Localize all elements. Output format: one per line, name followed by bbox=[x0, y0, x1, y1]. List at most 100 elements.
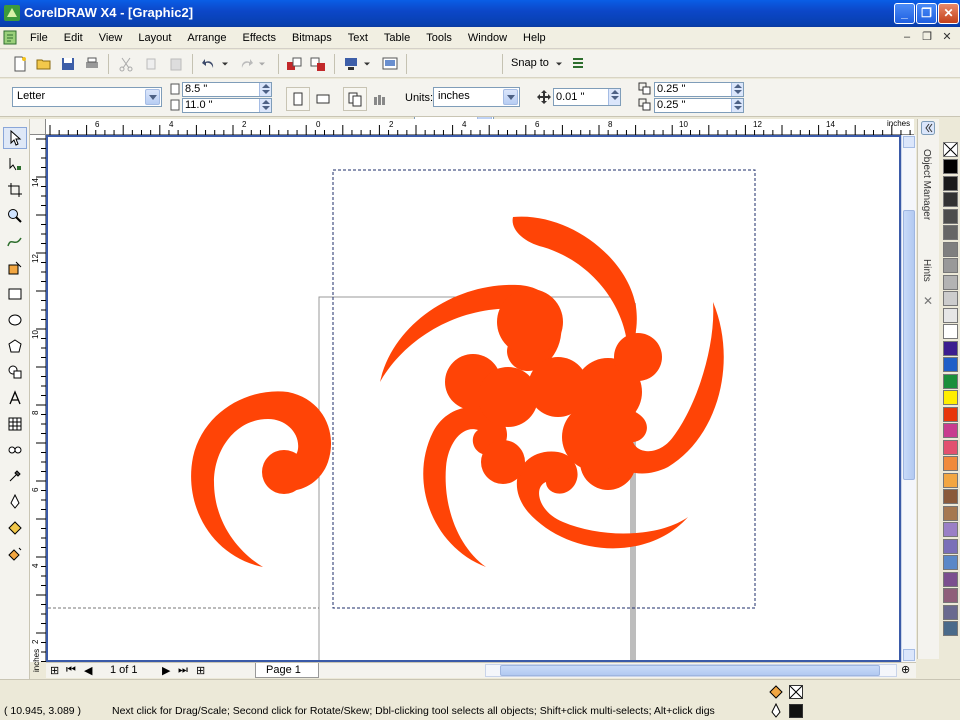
palette-swatch[interactable] bbox=[943, 538, 958, 554]
application-launcher-button[interactable] bbox=[341, 54, 361, 74]
pick-tool[interactable] bbox=[3, 127, 27, 149]
nudge-distance-field[interactable]: 0.01 " bbox=[553, 88, 621, 106]
palette-swatch[interactable] bbox=[943, 208, 958, 224]
outline-color-indicator[interactable] bbox=[789, 704, 803, 718]
new-button[interactable] bbox=[10, 54, 30, 74]
tab-hints[interactable]: Hints bbox=[921, 259, 932, 282]
palette-swatch[interactable] bbox=[943, 340, 958, 356]
menu-window[interactable]: Window bbox=[460, 27, 515, 49]
palette-swatch[interactable] bbox=[943, 505, 958, 521]
polygon-tool[interactable] bbox=[3, 335, 27, 357]
minimize-button[interactable]: _ bbox=[894, 3, 915, 24]
spiral-shape-single[interactable] bbox=[191, 391, 332, 567]
close-button[interactable]: ✕ bbox=[938, 3, 959, 24]
no-fill-swatch[interactable] bbox=[943, 142, 958, 157]
duplicate-x-spinner[interactable] bbox=[731, 83, 743, 96]
launcher-dropdown[interactable] bbox=[361, 54, 373, 74]
menu-text[interactable]: Text bbox=[340, 27, 376, 49]
portrait-button[interactable] bbox=[286, 87, 310, 111]
next-page-icon[interactable]: ▶ bbox=[162, 664, 170, 677]
docker-close-icon[interactable]: ✕ bbox=[923, 294, 933, 308]
palette-swatch[interactable] bbox=[943, 406, 958, 422]
redo-dropdown[interactable] bbox=[256, 54, 268, 74]
menu-tools[interactable]: Tools bbox=[418, 27, 460, 49]
vertical-scroll-thumb[interactable] bbox=[903, 210, 915, 480]
palette-swatch[interactable] bbox=[943, 274, 958, 290]
palette-swatch[interactable] bbox=[943, 571, 958, 587]
vertical-scrollbar[interactable] bbox=[901, 135, 916, 662]
zoom-navigator-icon[interactable]: ⊕ bbox=[901, 663, 910, 676]
horizontal-scrollbar[interactable] bbox=[485, 664, 897, 677]
drawing-canvas[interactable] bbox=[46, 135, 901, 662]
all-pages-button[interactable] bbox=[343, 87, 367, 111]
palette-swatch[interactable] bbox=[943, 439, 958, 455]
previous-page-icon[interactable]: ◀ bbox=[84, 664, 92, 677]
units-combo[interactable]: inches bbox=[433, 87, 520, 107]
open-button[interactable] bbox=[34, 54, 54, 74]
horizontal-ruler[interactable]: 6 4 2 0 2 4 6 8 10 12 14 bbox=[46, 119, 914, 135]
palette-swatch[interactable] bbox=[943, 324, 958, 339]
menu-file[interactable]: File bbox=[22, 27, 56, 49]
palette-swatch[interactable] bbox=[943, 241, 958, 257]
palette-swatch[interactable] bbox=[943, 291, 958, 306]
palette-swatch[interactable] bbox=[943, 472, 958, 488]
page-width-spinner[interactable] bbox=[259, 83, 271, 96]
menu-help[interactable]: Help bbox=[515, 27, 554, 49]
palette-swatch[interactable] bbox=[943, 225, 958, 240]
crop-tool[interactable] bbox=[3, 179, 27, 201]
spiral-shape-triple[interactable] bbox=[380, 216, 724, 567]
doc-minimize-button[interactable]: – bbox=[900, 30, 914, 44]
doc-close-button[interactable]: ✕ bbox=[940, 30, 954, 44]
menu-bitmaps[interactable]: Bitmaps bbox=[284, 27, 340, 49]
smart-fill-tool[interactable] bbox=[3, 257, 27, 279]
horizontal-scroll-thumb[interactable] bbox=[500, 665, 880, 676]
undo-button[interactable] bbox=[199, 54, 219, 74]
palette-swatch[interactable] bbox=[943, 588, 958, 603]
palette-swatch[interactable] bbox=[943, 522, 958, 537]
scroll-down-button[interactable] bbox=[903, 649, 915, 661]
menu-arrange[interactable]: Arrange bbox=[179, 27, 234, 49]
options-button[interactable] bbox=[568, 54, 588, 74]
freehand-tool[interactable] bbox=[3, 231, 27, 253]
print-button[interactable] bbox=[82, 54, 102, 74]
welcome-screen-button[interactable] bbox=[380, 54, 400, 74]
palette-swatch[interactable] bbox=[943, 456, 958, 471]
undo-dropdown[interactable] bbox=[219, 54, 231, 74]
nudge-distance-spinner[interactable] bbox=[608, 89, 620, 105]
palette-swatch[interactable] bbox=[943, 192, 958, 207]
fill-color-indicator[interactable] bbox=[789, 685, 803, 699]
first-page-icon[interactable]: ⏮ bbox=[66, 664, 76, 677]
document-icon[interactable] bbox=[3, 30, 17, 45]
import-button[interactable] bbox=[284, 54, 304, 74]
vertical-ruler[interactable]: 14 12 10 8 6 4 2 bbox=[30, 135, 46, 662]
palette-swatch[interactable] bbox=[943, 555, 958, 570]
menu-edit[interactable]: Edit bbox=[56, 27, 91, 49]
snap-to-label[interactable]: Snap to bbox=[511, 57, 549, 69]
eyedropper-tool[interactable] bbox=[3, 465, 27, 487]
add-page-after-icon[interactable]: ⊞ bbox=[196, 664, 205, 677]
duplicate-y-field[interactable]: 0.25 " bbox=[654, 98, 744, 113]
redo-button[interactable] bbox=[236, 54, 256, 74]
zoom-tool[interactable] bbox=[3, 205, 27, 227]
paper-size-combo[interactable]: Letter bbox=[12, 87, 162, 107]
scroll-up-button[interactable] bbox=[903, 136, 915, 148]
interactive-blend-tool[interactable] bbox=[3, 439, 27, 461]
palette-swatch[interactable] bbox=[943, 175, 958, 191]
duplicate-x-field[interactable]: 0.25 " bbox=[654, 82, 744, 97]
chevron-down-icon[interactable] bbox=[503, 89, 518, 105]
palette-swatch[interactable] bbox=[943, 423, 958, 438]
last-page-icon[interactable]: ⏭ bbox=[178, 664, 188, 677]
ruler-origin[interactable] bbox=[30, 119, 46, 135]
page-tab[interactable]: Page 1 bbox=[255, 663, 319, 678]
export-button[interactable] bbox=[308, 54, 328, 74]
interactive-fill-tool[interactable] bbox=[3, 543, 27, 565]
palette-swatch[interactable] bbox=[943, 258, 958, 273]
landscape-button[interactable] bbox=[311, 87, 335, 111]
chevron-down-icon[interactable] bbox=[145, 89, 160, 105]
fill-tool[interactable] bbox=[3, 517, 27, 539]
palette-swatch[interactable] bbox=[943, 357, 958, 372]
palette-swatch[interactable] bbox=[943, 159, 958, 174]
menu-view[interactable]: View bbox=[91, 27, 131, 49]
paste-button[interactable] bbox=[166, 54, 186, 74]
palette-swatch[interactable] bbox=[943, 621, 958, 636]
